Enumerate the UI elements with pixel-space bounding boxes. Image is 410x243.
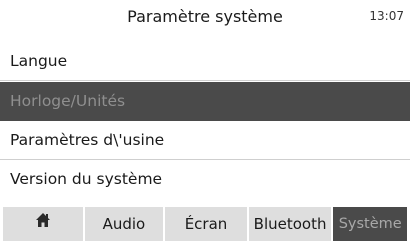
tab-bluetooth[interactable]: Bluetooth xyxy=(248,207,332,241)
menu-item-version-systeme[interactable]: Version du système xyxy=(0,160,410,199)
tab-label: Écran xyxy=(184,215,228,233)
menu-item-label: Paramètres d\'usine xyxy=(10,131,165,149)
menu-item-parametres-usine[interactable]: Paramètres d\'usine xyxy=(0,121,410,160)
menu-item-label: Version du système xyxy=(10,170,163,188)
page-title: Paramètre système xyxy=(127,7,283,26)
screen: Paramètre système 13:07 Langue Horloge/U… xyxy=(0,0,410,243)
menu-item-label: Horloge/Unités xyxy=(10,92,126,110)
tab-ecran[interactable]: Écran xyxy=(165,207,247,241)
clock: 13:07 xyxy=(369,9,404,23)
settings-menu: Langue Horloge/Unités Paramètres d\'usin… xyxy=(0,42,410,199)
tab-label: Audio xyxy=(102,215,146,233)
tab-label: Bluetooth xyxy=(253,215,327,233)
tab-home[interactable] xyxy=(3,207,83,241)
menu-item-label: Langue xyxy=(10,52,68,70)
header-bar: Paramètre système 13:07 xyxy=(0,0,410,36)
tab-audio[interactable]: Audio xyxy=(84,207,164,241)
menu-item-horloge-unites[interactable]: Horloge/Unités xyxy=(0,82,410,121)
home-icon xyxy=(35,207,51,240)
menu-item-langue[interactable]: Langue xyxy=(0,42,410,81)
tab-label: Système xyxy=(338,216,402,232)
tab-systeme[interactable]: Système xyxy=(333,207,407,241)
bottom-tab-bar: Audio Écran Bluetooth Système xyxy=(3,207,407,241)
